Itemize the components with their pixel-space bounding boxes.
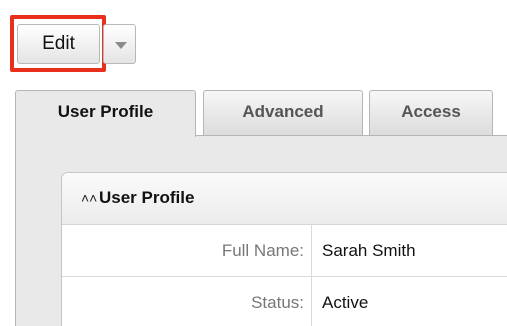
user-profile-panel: ˄˄ User Profile Full Name: Sarah Smith S… bbox=[61, 172, 507, 326]
edit-button-label: Edit bbox=[42, 33, 75, 54]
tab-label: Advanced bbox=[242, 102, 324, 121]
edit-button[interactable]: Edit bbox=[17, 24, 100, 64]
field-row-status: Status: Active bbox=[62, 277, 507, 326]
actions-dropdown-button[interactable] bbox=[103, 24, 136, 64]
row-divider bbox=[311, 277, 312, 326]
caret-down-icon bbox=[115, 42, 127, 49]
tab-access[interactable]: Access bbox=[369, 90, 493, 136]
tab-advanced[interactable]: Advanced bbox=[203, 90, 363, 136]
action-toolbar: Edit bbox=[0, 0, 507, 90]
tab-label: Access bbox=[401, 102, 461, 121]
field-label: Status: bbox=[251, 293, 304, 312]
row-divider bbox=[311, 225, 312, 277]
field-row-full-name: Full Name: Sarah Smith bbox=[62, 225, 507, 277]
panel-title: User Profile bbox=[99, 188, 195, 207]
tab-bar: User Profile Advanced Access bbox=[0, 90, 507, 137]
field-label: Full Name: bbox=[221, 241, 304, 260]
tab-label: User Profile bbox=[57, 102, 154, 121]
field-value: Active bbox=[322, 293, 369, 312]
field-value: Sarah Smith bbox=[322, 241, 416, 260]
tab-user-profile[interactable]: User Profile bbox=[15, 90, 196, 137]
panel-header[interactable]: ˄˄ User Profile bbox=[62, 173, 507, 225]
double-chevron-up-icon[interactable]: ˄˄ bbox=[81, 189, 97, 207]
